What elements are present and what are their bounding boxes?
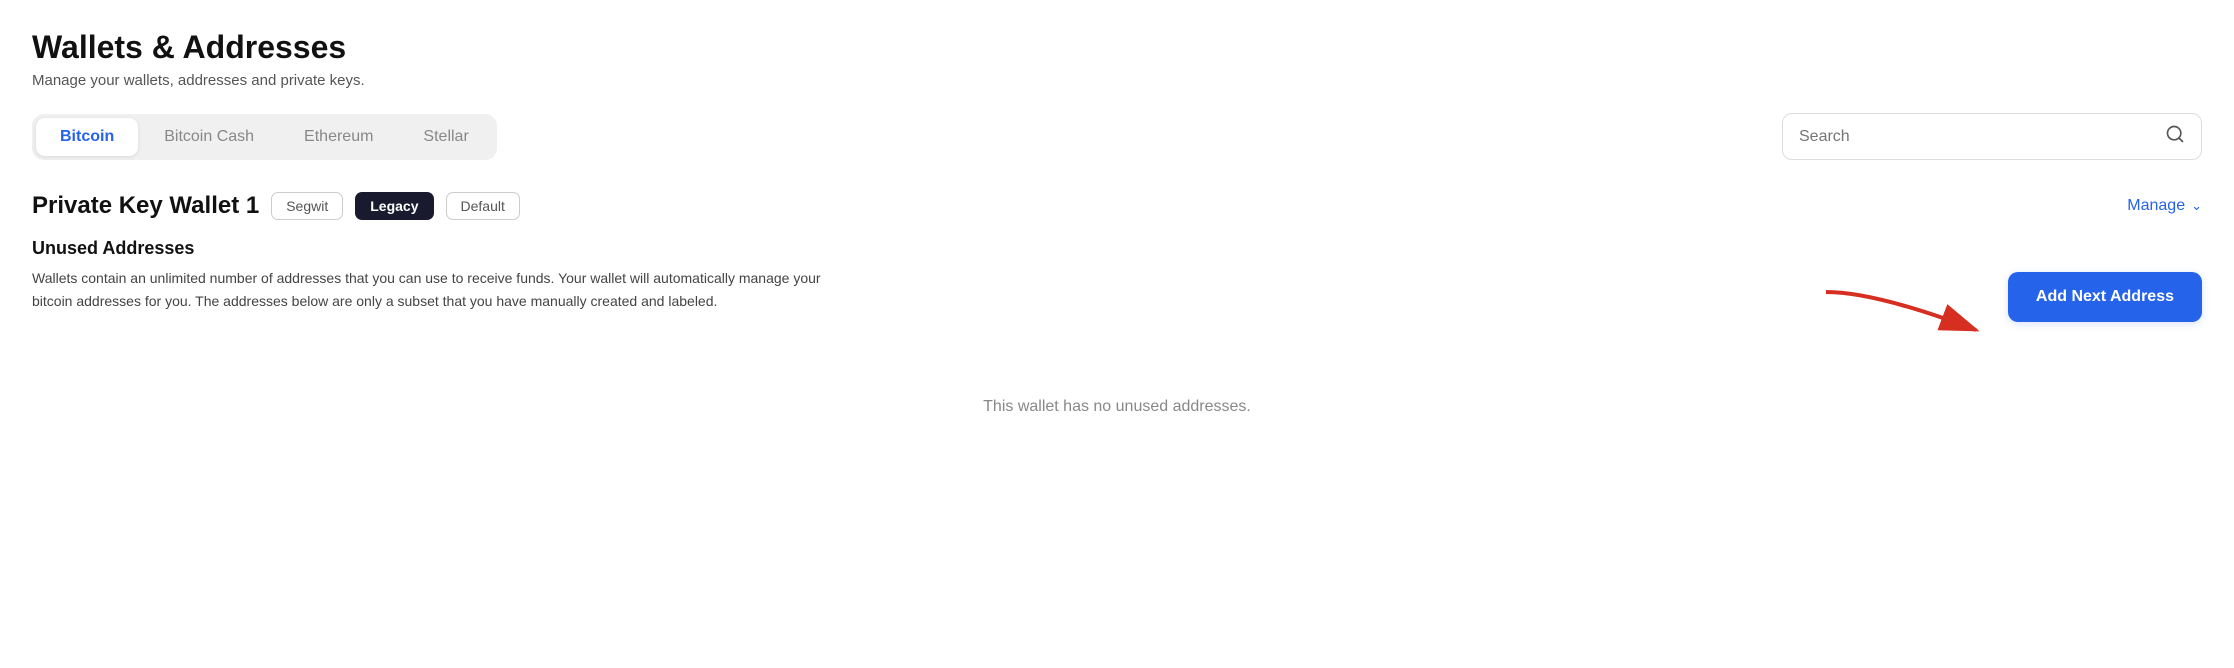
badge-segwit[interactable]: Segwit [271,192,343,220]
page-title: Wallets & Addresses [32,28,2202,66]
search-icon[interactable] [2165,124,2185,149]
chevron-down-icon: ⌄ [2191,198,2202,214]
tab-bitcoin-cash[interactable]: Bitcoin Cash [140,118,278,156]
tab-ethereum[interactable]: Ethereum [280,118,397,156]
tab-bitcoin[interactable]: Bitcoin [36,118,138,156]
tab-group: Bitcoin Bitcoin Cash Ethereum Stellar [32,114,497,160]
unused-addresses-title: Unused Addresses [32,238,2202,259]
arrow-container [1816,282,1996,342]
add-next-address-button[interactable]: Add Next Address [2008,272,2202,322]
wallet-section: Private Key Wallet 1 Segwit Legacy Defau… [32,192,2202,432]
page-subtitle: Manage your wallets, addresses and priva… [32,72,2202,89]
wallet-header: Private Key Wallet 1 Segwit Legacy Defau… [32,192,2202,220]
search-input[interactable] [1799,128,2157,146]
manage-label: Manage [2127,197,2185,215]
badge-default[interactable]: Default [446,192,520,220]
wallet-name: Private Key Wallet 1 [32,192,259,220]
tab-stellar[interactable]: Stellar [399,118,492,156]
page-header: Wallets & Addresses Manage your wallets,… [32,28,2202,89]
manage-button[interactable]: Manage ⌄ [2127,197,2202,215]
wallet-title-row: Private Key Wallet 1 Segwit Legacy Defau… [32,192,520,220]
tabs-search-row: Bitcoin Bitcoin Cash Ethereum Stellar [32,113,2202,160]
search-box [1782,113,2202,160]
red-arrow-icon [1816,282,1996,342]
empty-state-message: This wallet has no unused addresses. [32,382,2202,432]
action-row: Add Next Address [32,272,2202,342]
badge-legacy[interactable]: Legacy [355,192,433,220]
